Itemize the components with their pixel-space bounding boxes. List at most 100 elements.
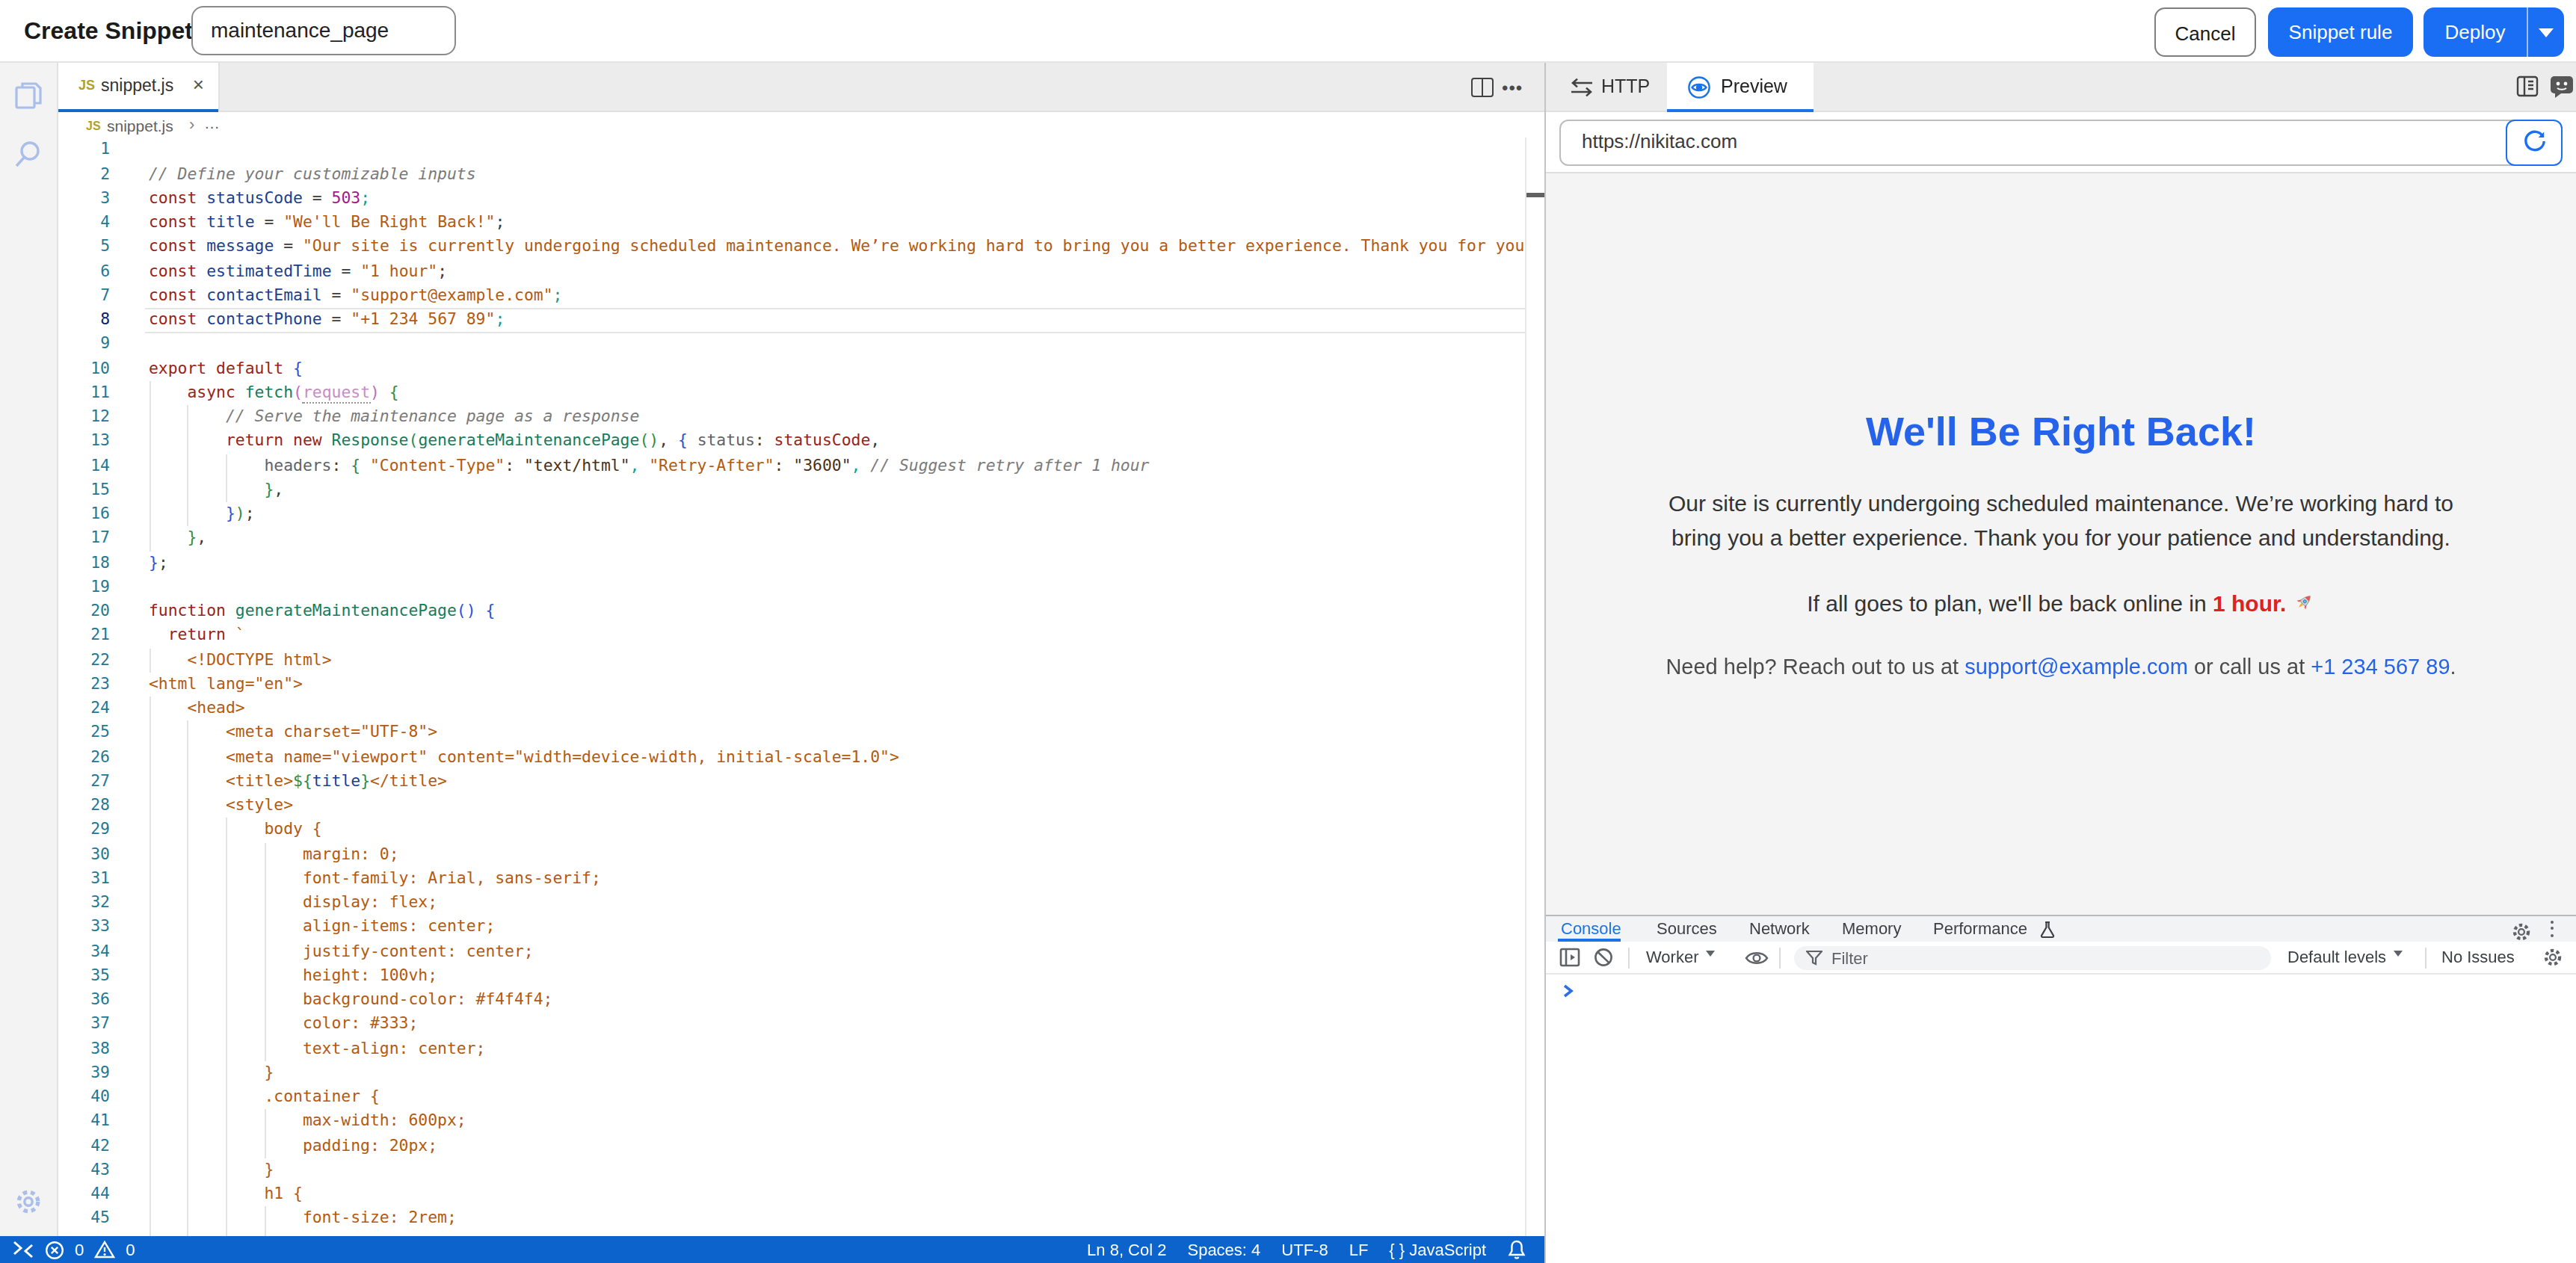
top-bar: Create Snippet maintenance_page Cancel S…: [0, 0, 2576, 62]
tab-label[interactable]: snippet.js: [101, 75, 173, 93]
cancel-button[interactable]: Cancel: [2154, 7, 2256, 56]
devtools-more-icon[interactable]: [2551, 920, 2555, 938]
cursor-position[interactable]: Ln 8, Col 2: [1087, 1241, 1166, 1259]
settings-gear-icon[interactable]: [10, 1183, 46, 1219]
devtools-settings-icon[interactable]: [2512, 921, 2531, 941]
notifications-bell-icon[interactable]: [1507, 1239, 1526, 1260]
tab-http-label[interactable]: HTTP: [1601, 75, 1650, 96]
code-line-22: 22<!DOCTYPE html>: [58, 648, 1525, 673]
status-bar: 0 0 Ln 8, Col 2 Spaces: 4 UTF-8 LF { } J…: [0, 1236, 1544, 1263]
tab-preview[interactable]: Preview: [1667, 62, 1814, 112]
code-line-26: 26<meta name="viewport" content="width=d…: [58, 745, 1525, 770]
code-line-36: 36background-color: #f4f4f4;: [58, 988, 1525, 1013]
devtools-tab-bar: Console Sources Network Memory Performan…: [1546, 916, 2576, 942]
language-mode[interactable]: { } JavaScript: [1389, 1241, 1486, 1259]
code-line-6: 6const estimatedTime = "1 hour";: [58, 259, 1525, 284]
editor-scrollbar[interactable]: [1525, 138, 1544, 1237]
js-file-icon: JS: [86, 119, 101, 132]
breadcrumb-file[interactable]: snippet.js: [107, 117, 173, 135]
code-line-46: 46color: #2563eb;: [58, 1231, 1525, 1236]
tab-network[interactable]: Network: [1749, 918, 1810, 936]
code-line-25: 25<meta charset="UTF-8">: [58, 721, 1525, 746]
eol[interactable]: LF: [1349, 1241, 1369, 1259]
code-line-7: 7const contactEmail = "support@example.c…: [58, 284, 1525, 309]
code-line-18: 18};: [58, 551, 1525, 575]
reload-icon: [2521, 129, 2547, 154]
search-icon[interactable]: [10, 135, 46, 171]
split-editor-icon[interactable]: [1470, 77, 1493, 96]
activity-bar: [0, 62, 58, 1236]
code-line-9: 9: [58, 333, 1525, 357]
deploy-button[interactable]: Deploy: [2424, 7, 2564, 56]
tab-snippet-js[interactable]: JS snippet.js ×: [58, 62, 219, 112]
scrollbar-cursor-marker: [1526, 193, 1544, 197]
console-output[interactable]: [1546, 975, 2576, 1263]
current-line-highlight: [144, 308, 1525, 333]
breadcrumb-more[interactable]: …: [204, 114, 220, 132]
code-line-13: 13return new Response(generateMaintenanc…: [58, 430, 1525, 454]
snippet-name-input[interactable]: maintenance_page: [191, 6, 456, 55]
code-line-24: 24<head>: [58, 697, 1525, 721]
code-line-32: 32display: flex;: [58, 891, 1525, 915]
code-line-28: 28<style>: [58, 794, 1525, 818]
more-actions-icon[interactable]: •••: [1502, 74, 1532, 101]
code-line-16: 16});: [58, 502, 1525, 527]
code-line-27: 27<title>${title}</title>: [58, 770, 1525, 794]
code-line-42: 42padding: 20px;: [58, 1134, 1525, 1158]
tab-sources[interactable]: Sources: [1657, 918, 1717, 936]
preview-url-row: https://nikitac.com: [1546, 112, 2576, 173]
warnings-icon[interactable]: [94, 1241, 115, 1259]
docs-book-icon[interactable]: [2515, 74, 2542, 98]
code-line-14: 14headers: { "Content-Type": "text/html"…: [58, 454, 1525, 478]
feedback-chat-icon[interactable]: [2549, 74, 2575, 98]
maintenance-message: Our site is currently undergoing schedul…: [1661, 487, 2461, 555]
http-arrows-icon: [1570, 77, 1594, 96]
code-line-2: 2// Define your customizable inputs: [58, 162, 1525, 187]
tab-http[interactable]: HTTP: [1546, 62, 1667, 112]
code-line-12: 12// Serve the maintenance page as a res…: [58, 405, 1525, 430]
error-count[interactable]: 0: [75, 1241, 84, 1259]
breadcrumb: JS snippet.js › …: [58, 112, 1524, 138]
code-line-34: 34justify-content: center;: [58, 939, 1525, 964]
snippet-rule-button[interactable]: Snippet rule: [2268, 7, 2413, 56]
console-filter[interactable]: Filter: [1794, 946, 2271, 969]
clear-console-icon[interactable]: [1594, 948, 1613, 967]
tab-performance[interactable]: Performance: [1933, 918, 2027, 936]
tab-console[interactable]: Console: [1561, 918, 1621, 936]
encoding[interactable]: UTF-8: [1281, 1241, 1328, 1259]
no-issues-label[interactable]: No Issues: [2441, 948, 2515, 966]
rocket-emoji: [2293, 592, 2315, 614]
code-line-30: 30margin: 0;: [58, 842, 1525, 867]
phone-link[interactable]: +1 234 567 89: [2311, 655, 2450, 679]
tab-memory[interactable]: Memory: [1842, 918, 1901, 936]
indentation[interactable]: Spaces: 4: [1187, 1241, 1260, 1259]
code-line-5: 5const message = "Our site is currently …: [58, 235, 1525, 260]
files-icon[interactable]: [10, 77, 46, 113]
code-line-38: 38text-align: center;: [58, 1037, 1525, 1061]
preview-eye-icon: [1686, 75, 1712, 100]
filter-placeholder[interactable]: Filter: [1831, 948, 1868, 966]
tab-close-icon[interactable]: ×: [193, 73, 204, 96]
preview-viewport: We'll Be Right Back! Our site is current…: [1546, 173, 2576, 915]
console-eye-icon[interactable]: [1745, 949, 1769, 967]
support-email-link[interactable]: support@example.com: [1965, 655, 2188, 679]
code-line-23: 23<html lang="en">: [58, 673, 1525, 697]
code-line-4: 4const title = "We'll Be Right Back!";: [58, 211, 1525, 235]
remote-indicator-icon[interactable]: [12, 1241, 34, 1259]
worker-select[interactable]: Worker: [1646, 948, 1716, 966]
code-line-44: 44h1 {: [58, 1182, 1525, 1207]
reload-button[interactable]: [2506, 120, 2563, 166]
deploy-button-label[interactable]: Deploy: [2424, 7, 2527, 56]
errors-icon[interactable]: [45, 1240, 64, 1259]
code-editor[interactable]: 12// Define your customizable inputs3con…: [58, 138, 1525, 1237]
warning-count[interactable]: 0: [126, 1241, 135, 1259]
code-line-37: 37color: #333;: [58, 1013, 1525, 1037]
tab-preview-label[interactable]: Preview: [1721, 75, 1787, 96]
console-settings-icon[interactable]: [2543, 948, 2563, 967]
code-line-41: 41max-width: 600px;: [58, 1110, 1525, 1134]
url-input[interactable]: https://nikitac.com: [1559, 120, 2539, 166]
default-levels-select[interactable]: Default levels: [2287, 948, 2403, 966]
deploy-dropdown-caret[interactable]: [2527, 7, 2564, 56]
maintenance-heading: We'll Be Right Back!: [1661, 410, 2461, 456]
console-sidebar-icon[interactable]: [1559, 948, 1580, 967]
